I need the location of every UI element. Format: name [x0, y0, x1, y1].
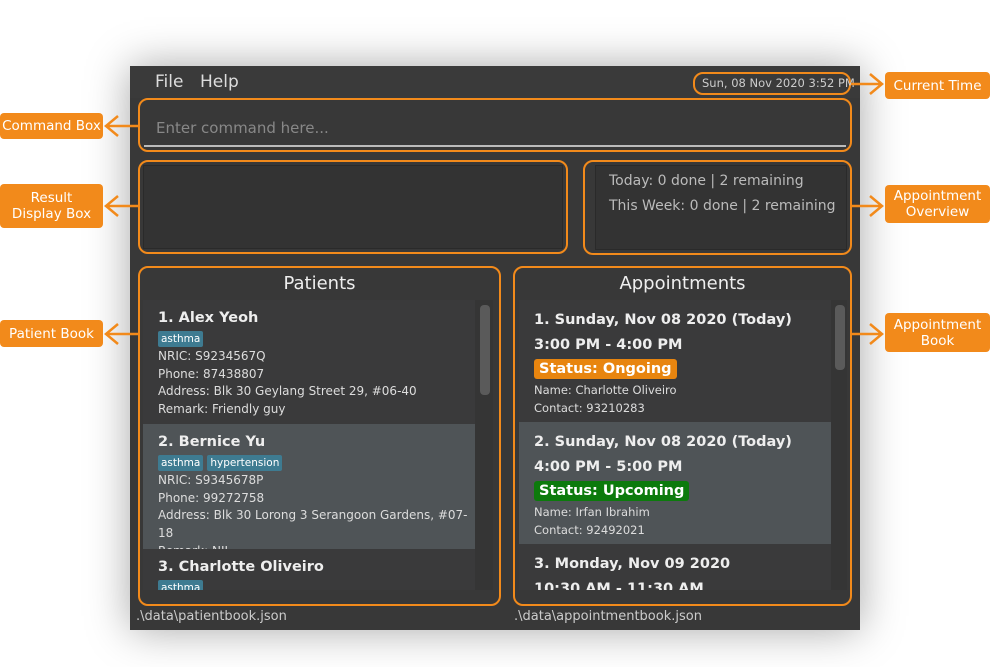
callout-arrows: [104, 73, 884, 345]
arrow-result-box: [104, 195, 138, 217]
arrow-current-time: [851, 73, 884, 95]
callout-overview: Appointment Overview: [885, 185, 990, 223]
callout-current-time: Current Time: [885, 72, 990, 99]
arrow-command-box: [104, 115, 138, 137]
callout-patient-book: Patient Book: [0, 320, 103, 347]
arrow-patient-book: [104, 323, 138, 345]
arrow-overview: [852, 195, 884, 217]
callout-appointment-book: Appointment Book: [885, 313, 990, 352]
callout-command-box: Command Box: [0, 113, 103, 139]
arrow-appointment-book: [852, 323, 884, 345]
callout-result-box: Result Display Box: [0, 184, 103, 228]
